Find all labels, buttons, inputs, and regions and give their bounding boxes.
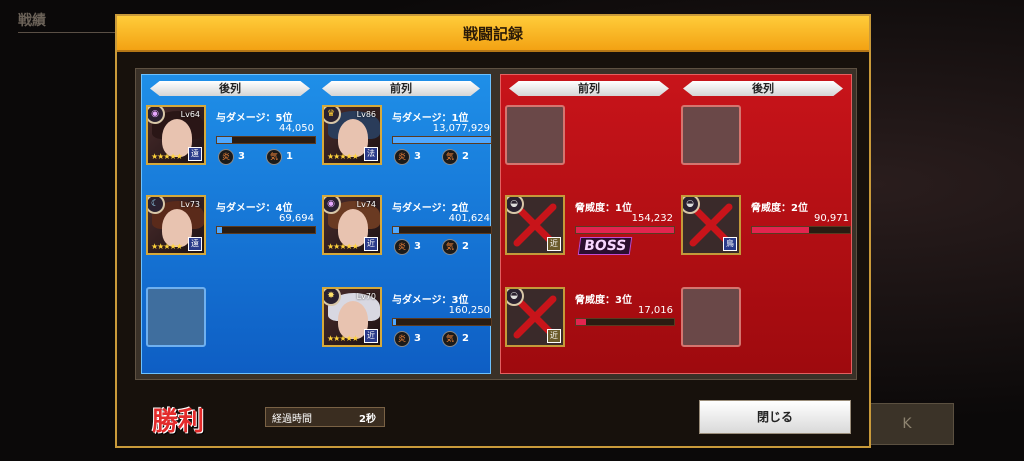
- bar-fill: [393, 137, 491, 143]
- dialog-header: 戦闘記録: [117, 16, 869, 52]
- enemy-threat-value: 154,232: [631, 213, 673, 224]
- ally-unit-portrait[interactable]: Lv70 ★★★★★ 近 ✸: [322, 287, 382, 347]
- flame-icon: 炎: [394, 149, 410, 165]
- ki-count: 1: [286, 151, 293, 162]
- ally-stat-label: 与ダメージ：4位: [216, 203, 293, 214]
- unit-level: Lv64: [180, 110, 200, 119]
- elapsed-time-label: 経過時間: [272, 414, 312, 425]
- ally-stat-label: 与ダメージ：1位: [392, 113, 469, 124]
- unit-level: Lv86: [356, 110, 376, 119]
- unit-class-badge: 近: [547, 329, 561, 343]
- unit-level: Lv74: [356, 200, 376, 209]
- enemy-threat-label: 脅威度：1位: [575, 203, 632, 214]
- unit-class-badge: 遠: [188, 147, 202, 161]
- ki-count: 2: [462, 241, 469, 252]
- flame-icon: 炎: [394, 239, 410, 255]
- enemy-unit-portrait[interactable]: 近 ◒: [505, 287, 565, 347]
- battle-panels: 後列 前列 Lv64 ★★★★★ 遠 ◉ 与ダメージ：5位 44,050 炎 3…: [135, 68, 857, 380]
- ally-stat-value: 13,077,929: [432, 123, 490, 134]
- flame-count: 3: [414, 333, 421, 344]
- victory-banner: 勝利: [152, 407, 205, 437]
- flame-count: 3: [414, 151, 421, 162]
- ally-stat-value: 401,624: [448, 213, 490, 224]
- unit-stars: ★★★★★: [151, 152, 183, 161]
- ally-stat-value: 69,694: [279, 213, 314, 224]
- unit-class-badge: 近: [547, 237, 561, 251]
- enemy-threat-value: 17,016: [638, 305, 673, 316]
- unit-class-badge: 鳥: [723, 237, 737, 251]
- enemy-panel: 前列 後列 近 ◒ 脅威度：1位 154,232 BOSS 鳥 ◒ 脅威度：2位…: [500, 74, 852, 374]
- ally-damage-bar: [392, 136, 492, 144]
- unit-class-badge: 遠: [188, 237, 202, 251]
- unit-level: Lv70: [356, 292, 376, 301]
- enemy-threat-bar: [575, 226, 675, 234]
- boss-badge: BOSS: [577, 237, 633, 255]
- ally-damage-bar: [216, 226, 316, 234]
- ally-stat-value: 44,050: [279, 123, 314, 134]
- elapsed-time-box: 経過時間 2秒: [265, 407, 385, 427]
- enemy-rear-label: 後列: [683, 81, 843, 96]
- enemy-unit-portrait[interactable]: 近 ◒: [505, 195, 565, 255]
- unit-stars: ★★★★★: [151, 242, 183, 251]
- enemy-threat-label: 脅威度：2位: [751, 203, 808, 214]
- empty-enemy-slot: [505, 105, 565, 165]
- bar-fill: [752, 227, 809, 233]
- ki-icon: 気: [442, 331, 458, 347]
- ally-unit-portrait[interactable]: Lv74 ★★★★★ 近 ◉: [322, 195, 382, 255]
- ally-damage-bar: [392, 318, 492, 326]
- bar-fill: [217, 227, 222, 233]
- enemy-threat-value: 90,971: [814, 213, 849, 224]
- ally-front-label: 前列: [322, 81, 480, 96]
- ally-stat-label: 与ダメージ：3位: [392, 295, 469, 306]
- background-tab-underline: [18, 32, 128, 33]
- bar-fill: [217, 137, 232, 143]
- flame-count: 3: [414, 241, 421, 252]
- ally-stat-value: 160,250: [448, 305, 490, 316]
- unit-class-badge: 近: [364, 237, 378, 251]
- flame-icon: 炎: [394, 331, 410, 347]
- battle-record-dialog: 戦闘記録 後列 前列 Lv64 ★★★★★ 遠 ◉ 与ダメージ：5位 44,05…: [115, 14, 871, 448]
- bar-fill: [576, 319, 586, 325]
- unit-stars: ★★★★★: [327, 334, 359, 343]
- ally-unit-portrait[interactable]: Lv64 ★★★★★ 遠 ◉: [146, 105, 206, 165]
- ally-damage-bar: [392, 226, 492, 234]
- unit-class-badge: 法: [364, 147, 378, 161]
- dialog-title: 戦闘記録: [462, 25, 523, 43]
- ally-rear-label: 後列: [150, 81, 310, 96]
- enemy-unit-portrait[interactable]: 鳥 ◒: [681, 195, 741, 255]
- background-button: K: [860, 403, 954, 445]
- close-button[interactable]: 閉じる: [699, 400, 851, 434]
- ally-stat-label: 与ダメージ：5位: [216, 113, 293, 124]
- bar-fill: [393, 227, 399, 233]
- enemy-threat-bar: [751, 226, 851, 234]
- empty-enemy-slot: [681, 105, 741, 165]
- bar-fill: [576, 227, 674, 233]
- enemy-threat-bar: [575, 318, 675, 326]
- enemy-front-label: 前列: [509, 81, 669, 96]
- unit-stars: ★★★★★: [327, 152, 359, 161]
- unit-level: Lv73: [180, 200, 200, 209]
- ki-icon: 気: [442, 239, 458, 255]
- flame-count: 3: [238, 151, 245, 162]
- elapsed-time-value: 2秒: [359, 414, 376, 425]
- background-tab-title: 戦績: [18, 13, 46, 29]
- ki-icon: 気: [266, 149, 282, 165]
- ki-count: 2: [462, 151, 469, 162]
- flame-icon: 炎: [218, 149, 234, 165]
- enemy-threat-label: 脅威度：3位: [575, 295, 632, 306]
- bar-fill: [393, 319, 396, 325]
- empty-ally-slot: [146, 287, 206, 347]
- unit-class-badge: 近: [364, 329, 378, 343]
- ally-panel: 後列 前列 Lv64 ★★★★★ 遠 ◉ 与ダメージ：5位 44,050 炎 3…: [141, 74, 492, 374]
- ally-damage-bar: [216, 136, 316, 144]
- ki-icon: 気: [442, 149, 458, 165]
- unit-stars: ★★★★★: [327, 242, 359, 251]
- ally-stat-label: 与ダメージ：2位: [392, 203, 469, 214]
- ally-unit-portrait[interactable]: Lv73 ★★★★★ 遠 ☾: [146, 195, 206, 255]
- ally-unit-portrait[interactable]: Lv86 ★★★★★ 法 ♛: [322, 105, 382, 165]
- ki-count: 2: [462, 333, 469, 344]
- empty-enemy-slot: [681, 287, 741, 347]
